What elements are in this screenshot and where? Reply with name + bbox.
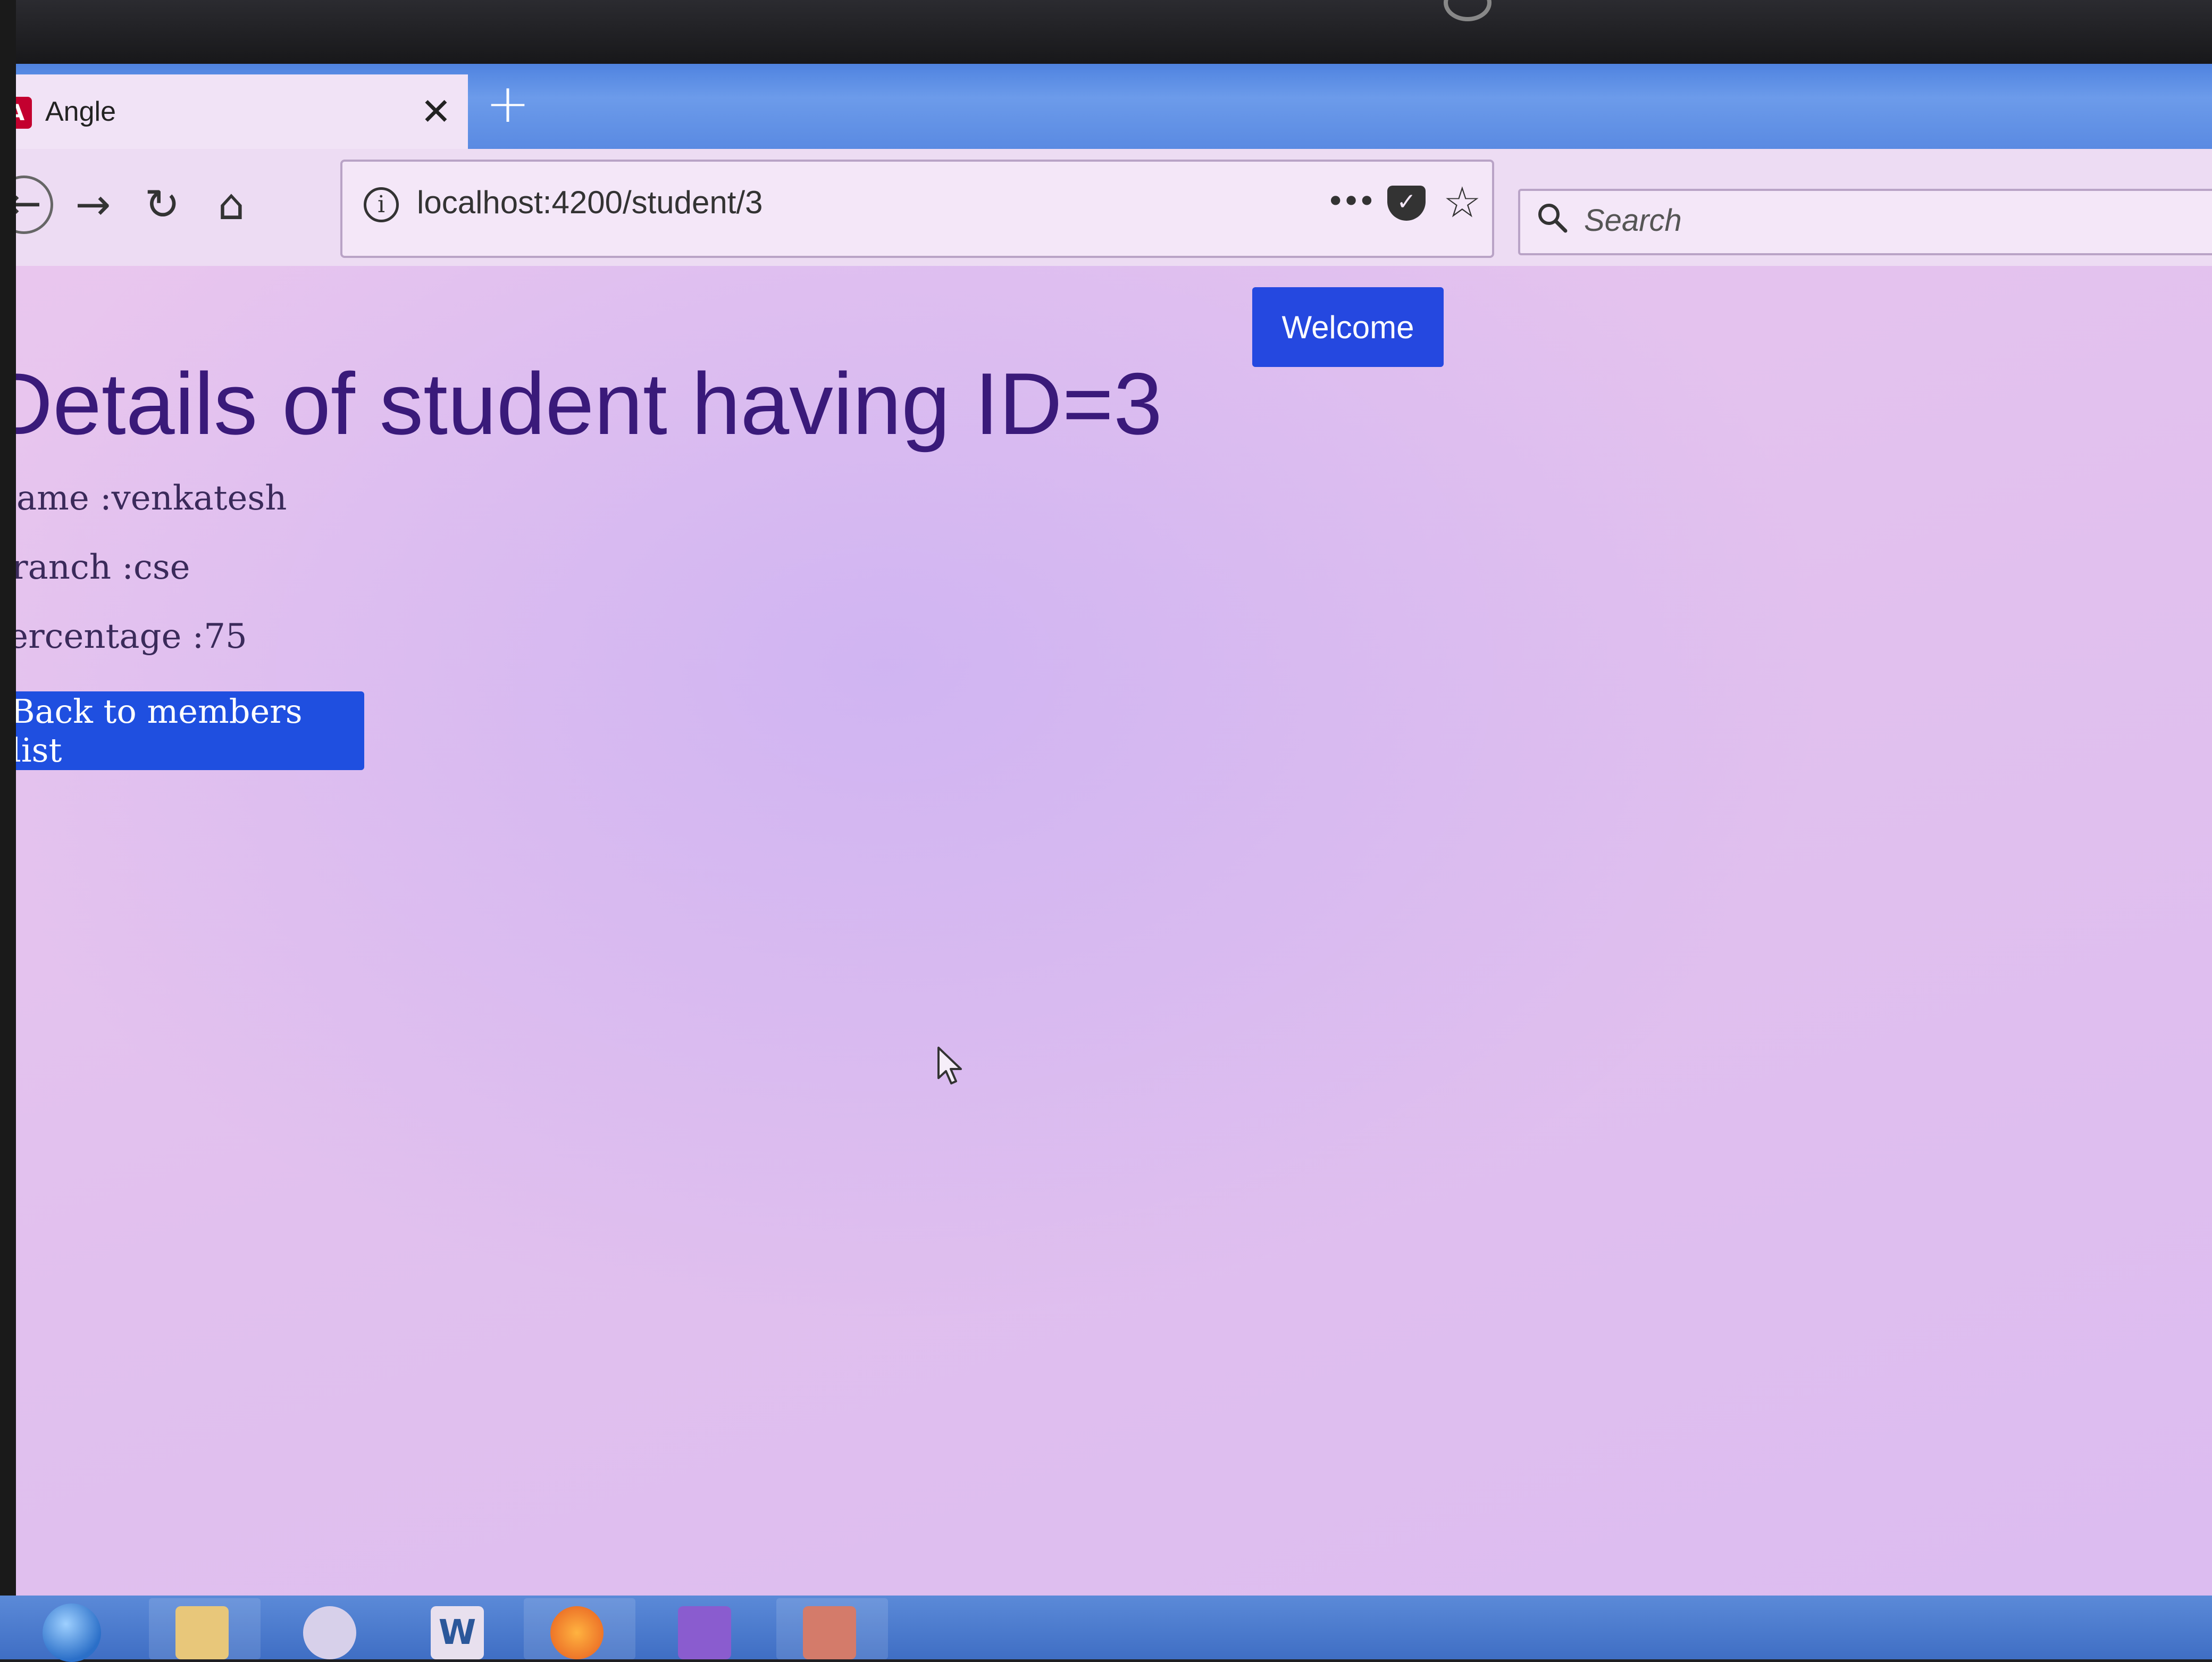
navigation-toolbar: ← → ↻ ⌂ i localhost:4200/student/3 ••• ✓…: [0, 149, 2212, 266]
tab-angle[interactable]: A Angle ✕: [0, 74, 468, 149]
taskbar-explorer[interactable]: [149, 1598, 261, 1659]
taskbar-paint[interactable]: [276, 1598, 388, 1659]
search-placeholder: Search: [1584, 203, 1682, 238]
taskbar: W: [0, 1596, 2212, 1662]
info-icon[interactable]: i: [364, 187, 399, 222]
search-icon: [1538, 204, 1568, 233]
taskbar-app[interactable]: [776, 1598, 888, 1659]
taskbar-firefox[interactable]: [524, 1598, 635, 1659]
bookmark-star-icon[interactable]: ☆: [1443, 178, 1481, 227]
start-button[interactable]: [37, 1598, 112, 1662]
student-branch: Branch :cse: [0, 548, 190, 587]
page-content: Welcome Details of student having ID=3 N…: [0, 266, 2212, 1596]
address-bar[interactable]: i localhost:4200/student/3 ••• ✓ ☆: [340, 160, 1494, 258]
paint-icon: [303, 1606, 356, 1659]
pocket-icon[interactable]: ✓: [1387, 186, 1426, 221]
page-title: Details of student having ID=3: [0, 355, 1162, 453]
monitor-bezel: [0, 0, 2212, 69]
url-text[interactable]: localhost:4200/student/3: [417, 184, 763, 221]
back-to-members-button[interactable]: Back to members list: [0, 691, 364, 770]
app-icon: [803, 1606, 856, 1659]
word-icon: W: [431, 1606, 484, 1659]
reload-icon[interactable]: ↻: [133, 176, 191, 234]
webcam: [1444, 0, 1492, 21]
welcome-button[interactable]: Welcome: [1252, 287, 1444, 367]
home-icon[interactable]: ⌂: [202, 176, 261, 234]
browser-window: A Angle ✕ + ← → ↻ ⌂ i localhost:4200/stu…: [0, 64, 2212, 1596]
tab-title: Angle: [45, 96, 116, 127]
visual-studio-icon: [678, 1606, 731, 1659]
tab-close-icon[interactable]: ✕: [415, 90, 457, 133]
student-name: Name :venkatesh: [0, 479, 287, 518]
firefox-icon: [550, 1606, 604, 1659]
folder-icon: [175, 1606, 229, 1659]
tab-strip: A Angle ✕ +: [0, 64, 2212, 149]
taskbar-word[interactable]: W: [404, 1598, 516, 1659]
student-percentage: Percentage :75: [0, 617, 247, 656]
windows-logo-icon: [43, 1603, 101, 1662]
taskbar-visual-studio[interactable]: [651, 1598, 763, 1659]
monitor-bezel-left: [0, 0, 16, 1659]
new-tab-button[interactable]: +: [481, 77, 534, 133]
forward-arrow-icon[interactable]: →: [64, 176, 122, 234]
cursor-icon: [937, 1047, 962, 1084]
more-icon[interactable]: •••: [1326, 183, 1376, 220]
search-input[interactable]: Search: [1518, 189, 2212, 255]
